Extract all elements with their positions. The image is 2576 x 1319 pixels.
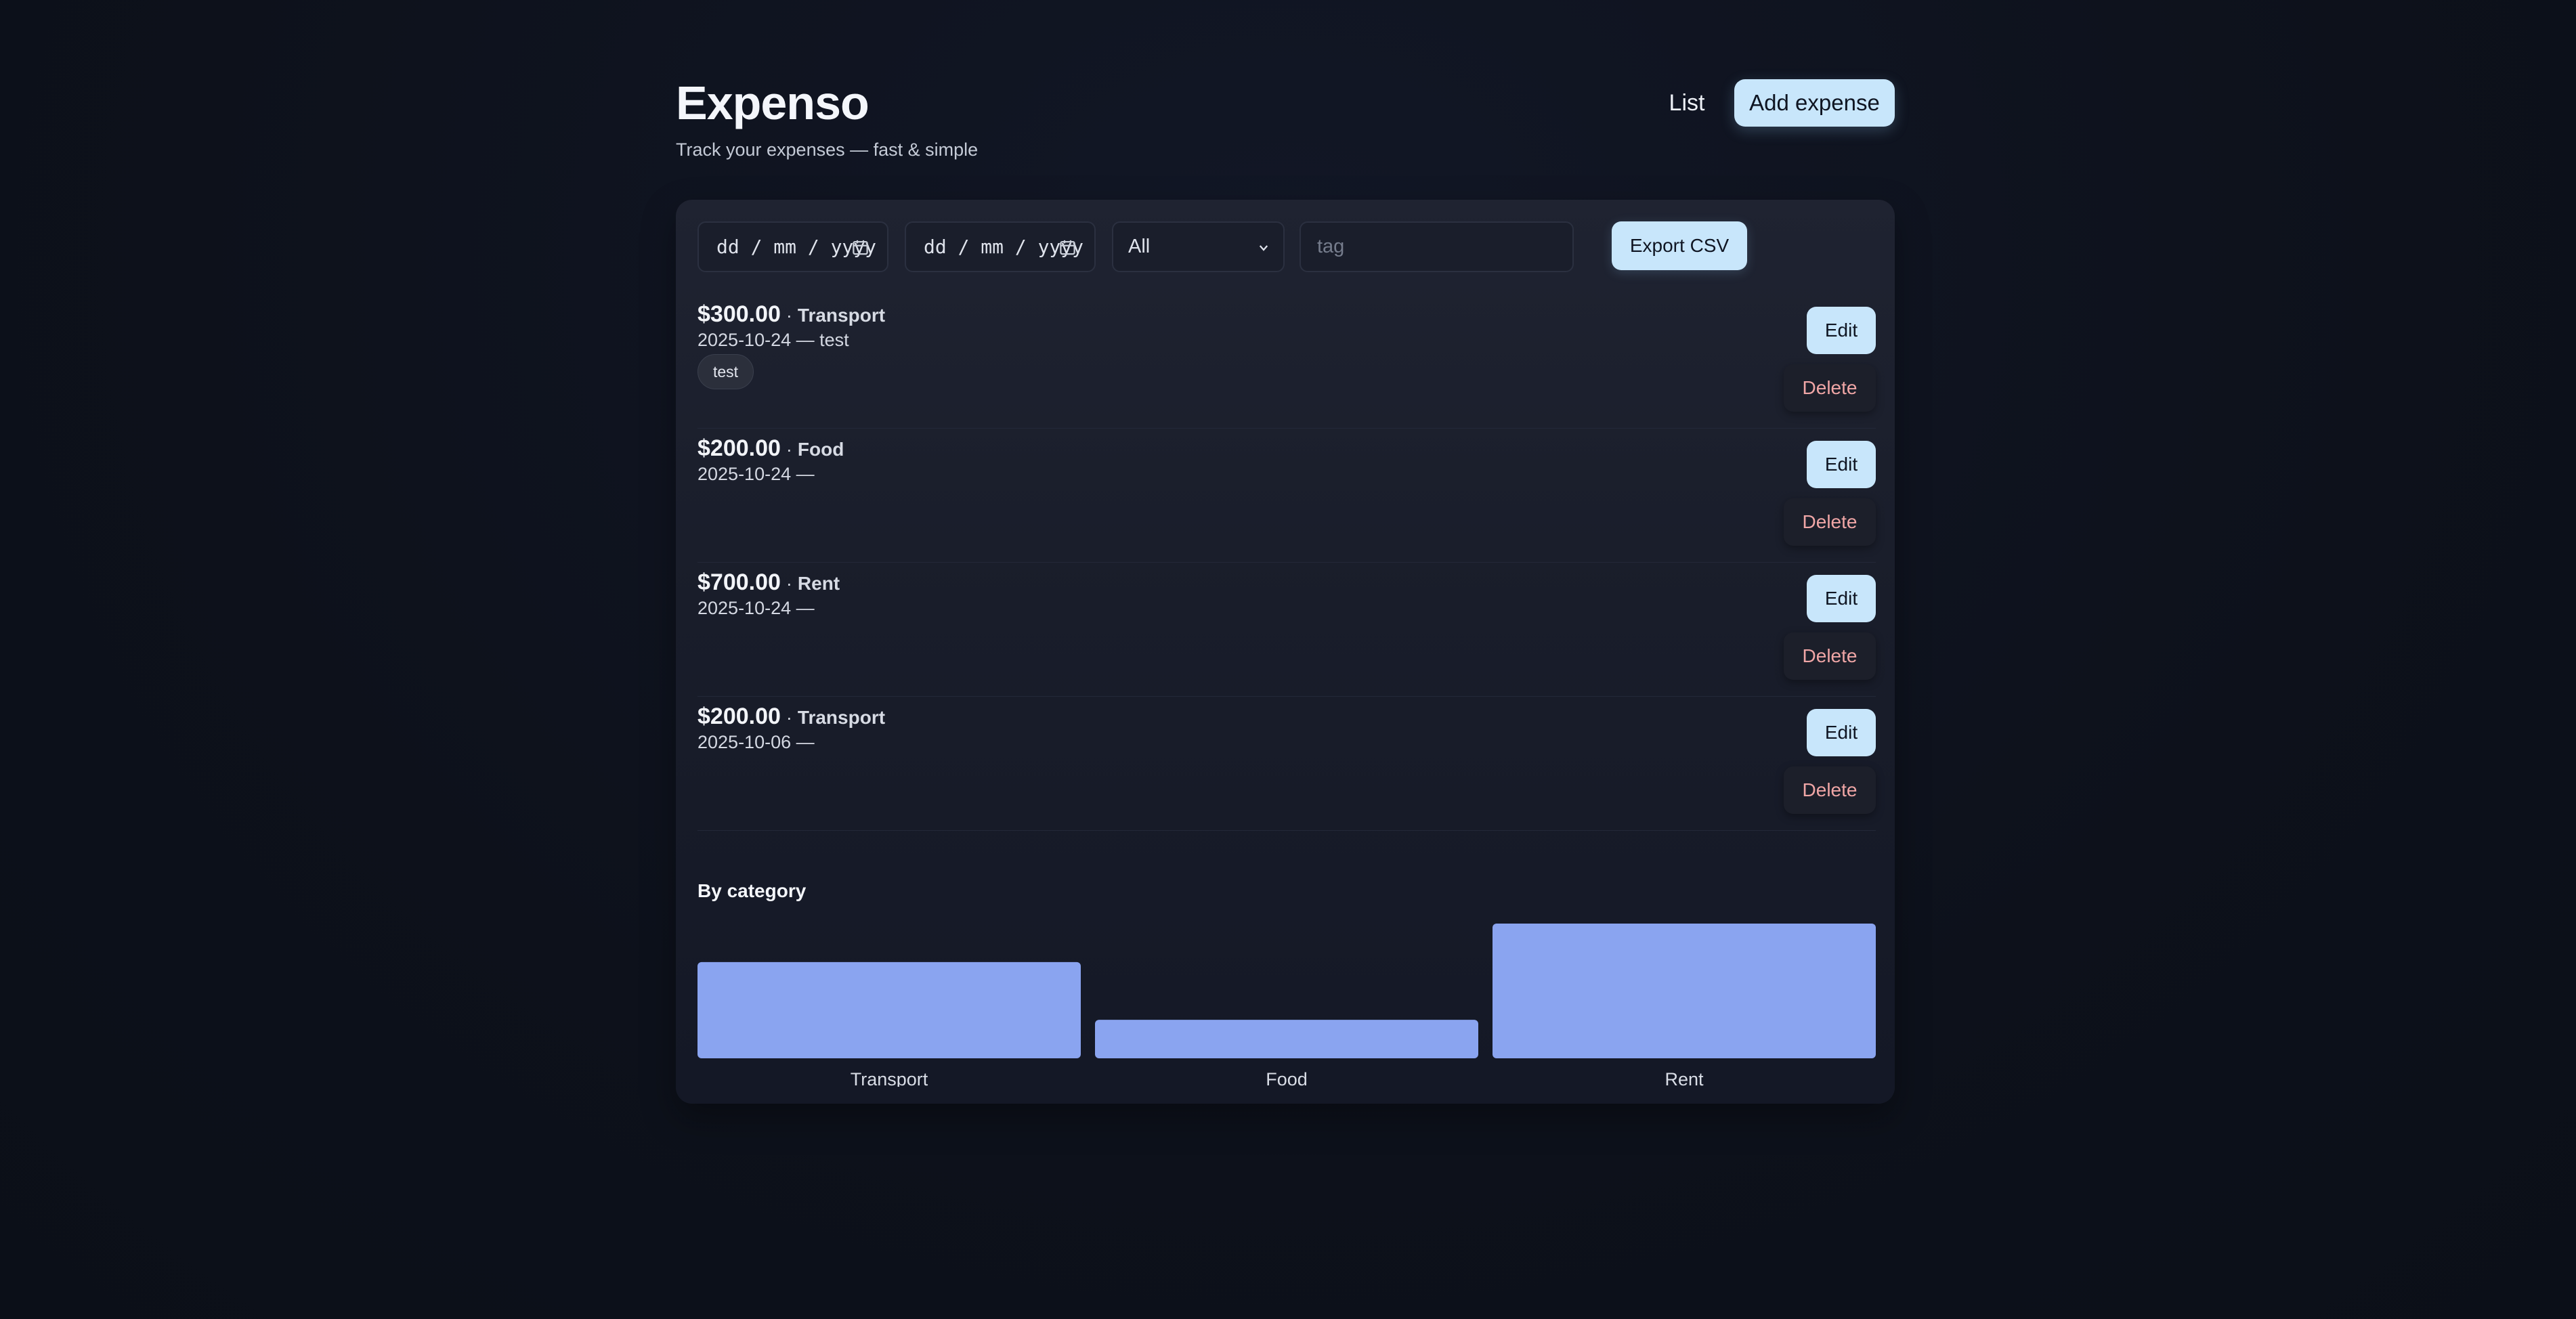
expense-amount: $200.00 — [697, 704, 781, 729]
delete-button[interactable]: Delete — [1784, 498, 1876, 546]
app-subtitle: Track your expenses — fast & simple — [676, 139, 979, 160]
calendar-icon[interactable] — [851, 238, 870, 257]
bar-label-food: Food — [1266, 1069, 1308, 1087]
nav-list-link[interactable]: List — [1649, 79, 1725, 127]
bar-transport — [697, 961, 1081, 1058]
expense-title: $300.00 · Transport — [697, 301, 885, 328]
expense-meta: 2025-10-24 — — [697, 464, 815, 484]
expense-separator: · — [786, 305, 792, 326]
expense-category: Transport — [797, 707, 886, 728]
app-title: Expenso — [676, 77, 870, 129]
edit-button[interactable]: Edit — [1807, 307, 1876, 354]
expense-category: Rent — [797, 573, 840, 594]
expenses-card: dd / mm / yyyy dd / mm / yyyy All tag Ex… — [676, 200, 1895, 1104]
expense-amount: $300.00 — [697, 301, 781, 327]
expense-separator: · — [786, 574, 792, 594]
expense-item: $200.00 · Transport 2025-10-06 — Edit Dele… — [697, 697, 1876, 831]
add-expense-button[interactable]: Add expense — [1734, 79, 1895, 127]
expense-separator: · — [786, 708, 792, 728]
bar-label-transport: Transport — [851, 1069, 928, 1087]
page: Expenso Track your expenses — fast & sim… — [676, 0, 1895, 1319]
chart-title: By category — [697, 880, 807, 901]
expense-title: $200.00 · Food — [697, 435, 844, 462]
expense-meta: 2025-10-06 — — [697, 732, 815, 752]
expense-title: $200.00 · Transport — [697, 704, 885, 730]
delete-button[interactable]: Delete — [1784, 766, 1876, 814]
to-date-input[interactable]: dd / mm / yyyy — [905, 221, 1096, 272]
expense-meta: 2025-10-24 — test — [697, 330, 849, 350]
expense-amount: $700.00 — [697, 569, 781, 595]
bar-rent — [1493, 924, 1876, 1058]
bar-label-rent: Rent — [1665, 1069, 1704, 1087]
category-select[interactable]: All — [1112, 221, 1285, 272]
header: Expenso Track your expenses — fast & sim… — [676, 0, 1895, 176]
calendar-icon[interactable] — [1058, 238, 1077, 257]
tag-input-placeholder: tag — [1317, 236, 1345, 257]
from-date-input[interactable]: dd / mm / yyyy — [697, 221, 888, 272]
tag-chip[interactable]: test — [697, 354, 754, 389]
delete-button[interactable]: Delete — [1784, 364, 1876, 412]
expense-separator: · — [786, 439, 792, 460]
delete-button[interactable]: Delete — [1784, 632, 1876, 680]
expense-category: Food — [797, 439, 844, 460]
expense-item: $300.00 · Transport 2025-10-24 — test test… — [697, 295, 1876, 429]
edit-button[interactable]: Edit — [1807, 575, 1876, 622]
bar-food — [1095, 1020, 1478, 1058]
edit-button[interactable]: Edit — [1807, 709, 1876, 756]
category-bar-chart: Transport Food Rent — [697, 911, 1876, 1087]
category-select-value: All — [1128, 236, 1151, 257]
expense-item: $700.00 · Rent 2025-10-24 — Edit Delete — [697, 563, 1876, 697]
filter-bar: dd / mm / yyyy dd / mm / yyyy All tag Ex… — [697, 221, 1876, 272]
edit-button[interactable]: Edit — [1807, 441, 1876, 488]
expense-amount: $200.00 — [697, 435, 781, 461]
tag-input[interactable]: tag — [1300, 221, 1574, 272]
chevron-down-icon — [1259, 245, 1268, 251]
expense-meta: 2025-10-24 — — [697, 598, 815, 618]
expense-title: $700.00 · Rent — [697, 569, 840, 596]
export-csv-button[interactable]: Export CSV — [1612, 221, 1747, 270]
expense-item: $200.00 · Food 2025-10-24 — Edit Delete — [697, 429, 1876, 563]
chart-svg: Transport Food Rent — [697, 924, 1876, 1087]
expense-category: Transport — [797, 305, 886, 326]
